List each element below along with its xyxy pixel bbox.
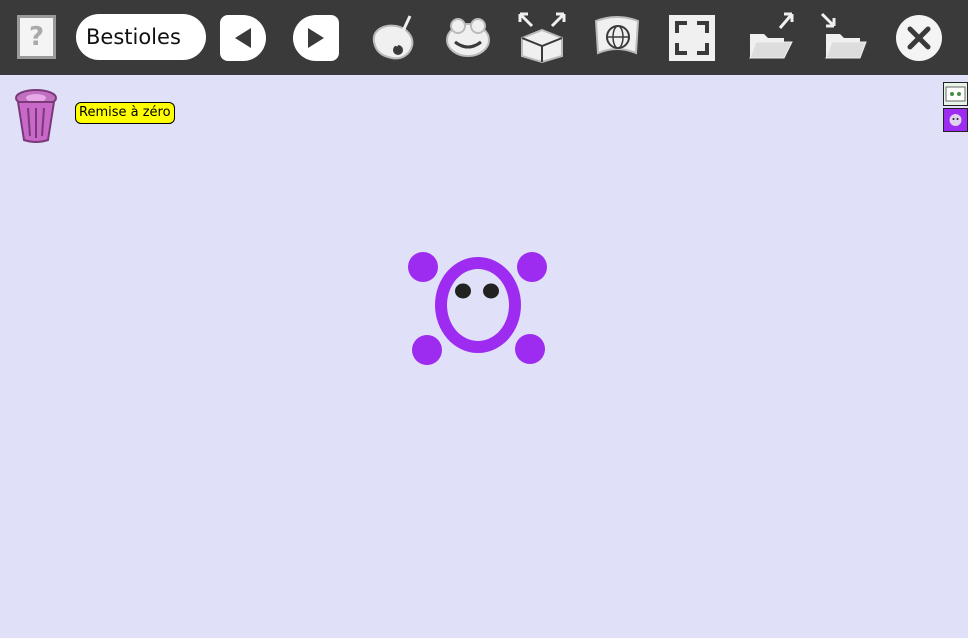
trash-button[interactable] [14, 88, 58, 144]
creature[interactable] [406, 248, 550, 368]
language-button[interactable] [592, 13, 642, 61]
frog-face-icon [446, 18, 490, 57]
paint-palette-icon [372, 15, 414, 60]
close-button[interactable] [896, 15, 942, 61]
export-button[interactable] [748, 10, 796, 62]
creature-foot-bottom-right [515, 334, 545, 364]
help-icon: ? [28, 22, 45, 52]
creature-foot-bottom-left [412, 335, 442, 365]
creature-eye-left [455, 283, 471, 299]
thumbnail-item[interactable] [943, 108, 968, 132]
activity-title: Bestioles [76, 14, 206, 60]
folder-open-export-icon [749, 12, 794, 59]
thumbnail-list [943, 82, 968, 134]
creature-face [447, 269, 509, 341]
creature-foot-top-left [408, 252, 438, 282]
toolbar: ? Bestioles [0, 0, 968, 75]
reset-button[interactable]: Remise à zéro [75, 102, 175, 124]
previous-button[interactable] [220, 15, 266, 61]
scene-thumbnail-icon [945, 86, 966, 102]
expand-button[interactable] [516, 10, 568, 64]
fullscreen-button[interactable] [669, 15, 715, 61]
activity-title-text: Bestioles [86, 25, 181, 49]
thumbnail-item[interactable] [943, 82, 968, 106]
creature-foot-top-right [517, 252, 547, 282]
next-button[interactable] [293, 15, 339, 61]
creature-eye-right [483, 283, 499, 299]
globe-flag-icon [594, 16, 640, 55]
creature-button[interactable] [443, 12, 493, 62]
close-icon [907, 26, 931, 50]
import-button[interactable] [820, 10, 868, 62]
previous-icon [235, 28, 251, 48]
help-button[interactable]: ? [17, 15, 56, 59]
next-icon [308, 28, 324, 48]
creature-thumbnail-icon [949, 114, 962, 126]
box-expand-icon [518, 12, 566, 64]
trash-icon [15, 89, 57, 143]
paint-button[interactable] [368, 12, 418, 62]
fullscreen-icon [675, 21, 709, 55]
folder-open-import-icon [820, 12, 867, 59]
